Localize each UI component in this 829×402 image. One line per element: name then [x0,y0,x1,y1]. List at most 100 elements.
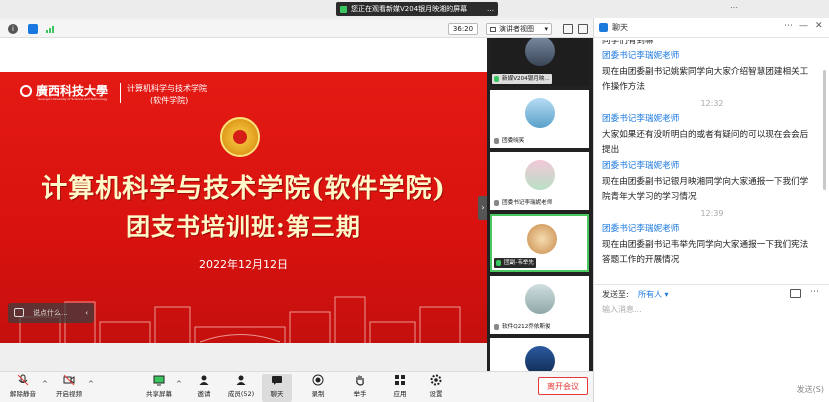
gear-icon [430,374,442,386]
college-name: 计算机科学与技术学院 [127,84,207,93]
slide-title-line2: 团支书培训班:第三期 [126,212,361,241]
record-icon [312,374,324,386]
participant-name-label: 团委书记李瑞妮老师 [492,198,555,208]
chat-message-sender: 团委书记李瑞妮老师 [602,224,680,234]
signal-icon[interactable] [46,25,56,33]
share-screen-icon [153,375,165,386]
participant-avatar [527,224,557,254]
participant-name-label: 新媒V204银月映... [492,74,552,84]
chat-message-text: 答题工作的开展情况 [602,255,680,265]
unmute-button[interactable]: 解除静音 [6,374,40,402]
send-to-label: 发送至: [602,290,629,299]
app-logo-icon [599,23,608,32]
top-bar: 您正在观看新媒V204银月映湘的屏幕 … ⋯ [0,0,829,18]
chat-panel: 聊天 ⋯ — ✕ 同学们有到嘛 团委书记李瑞妮老师 现在由团委副书记姚紫同学向大… [593,18,829,402]
meeting-toolbar: 解除静音 ^ 开启视频 ^ 共享屏幕 ^ 邀请 成员(52) 聊天 录制 举手 … [0,371,593,402]
participant-name-label: 软件Q212乔依斯俊 [492,322,553,332]
participant-name-label: 团副-韦举先 [494,258,536,268]
chat-message-text: 提出 [602,145,620,155]
participant-tile[interactable]: 新媒V204银月映... [490,38,589,86]
chat-send-options: 发送至: 所有人 ▾ ⋯ [594,284,829,302]
apps-button[interactable]: 应用 [386,374,414,402]
participant-tile-active-speaker[interactable]: 团副-韦举先 [490,214,589,272]
university-name-en: Guangxi University of Science and Techno… [38,97,108,101]
start-video-button[interactable]: 开启视频 [52,374,86,402]
mic-muted-icon [17,374,29,386]
chevron-up-icon[interactable]: ^ [42,380,48,388]
meeting-info-strip: i 36:20 演讲者视图 ▾ [0,20,593,38]
user-add-icon [199,375,209,385]
participant-tile[interactable]: 团委书记李瑞妮老师 [490,152,589,210]
camera-off-icon [63,374,75,386]
members-label: 成员(52) [227,390,255,398]
youth-league-emblem-icon [220,117,260,157]
members-button[interactable]: 成员(52) [226,374,256,402]
share-banner-text: 您正在观看新媒V204银月映湘的屏幕 [351,5,468,13]
invite-label: 邀请 [197,390,211,398]
participant-name: 团委晓笑 [502,138,525,144]
view-mode-select[interactable]: 演讲者视图 ▾ [486,23,552,35]
share-screen-label: 共享屏幕 [146,390,172,398]
share-status-icon [340,5,347,13]
chat-timestamp: 12:32 [700,99,724,108]
participant-avatar [525,284,555,314]
screen-share-banner[interactable]: 您正在观看新媒V204银月映湘的屏幕 … [336,2,498,16]
chevron-left-icon[interactable]: ‹ [85,303,88,323]
window-layout-icon[interactable] [578,24,588,34]
chat-message-text: 现在由团委副书记姚紫同学向大家介绍智慧团建相关工 [602,67,809,77]
close-icon[interactable]: ✕ [815,21,823,31]
unmute-label: 解除静音 [10,390,36,398]
chat-message-text: 现在由团委副书记银月映湘同学向大家通报一下我们学 [602,177,809,187]
info-icon[interactable]: i [8,24,18,34]
slide-footer [0,343,487,371]
chat-title: 聊天 [612,23,628,32]
share-screen-button[interactable]: 共享屏幕 [144,374,174,402]
share-banner-more[interactable]: … [487,5,494,13]
participant-tile[interactable] [490,338,589,371]
mic-off-icon [494,324,499,330]
participant-tile[interactable]: 团委晓笑 [490,90,589,148]
send-to-select[interactable]: 所有人 ▾ [638,289,669,300]
more-options-icon[interactable]: ⋯ [810,287,819,297]
quick-chat-input[interactable]: 说点什么... ‹ [8,303,94,323]
grid-icon [490,27,496,32]
folder-icon[interactable] [790,289,801,298]
settings-button[interactable]: 设置 [422,374,450,402]
shield-icon[interactable] [28,24,38,34]
chevron-up-icon[interactable]: ^ [176,380,182,388]
chat-message-input[interactable]: 输入消息... [602,304,642,315]
chat-bubble-icon [14,308,24,317]
raise-hand-button[interactable]: 举手 [346,374,374,402]
participant-name: 新媒V204银月映... [502,76,550,82]
more-options-icon[interactable]: ⋯ [784,21,793,31]
window-more-icon[interactable]: ⋯ [730,3,739,12]
quick-chat-placeholder: 说点什么... [33,309,68,317]
record-label: 录制 [311,390,325,398]
fullscreen-icon[interactable] [563,24,573,34]
apps-label: 应用 [393,390,407,398]
chat-timestamp: 12:39 [700,209,724,218]
leave-meeting-button[interactable]: 离开会议 [538,377,588,395]
invite-button[interactable]: 邀请 [192,374,216,402]
chat-scrollbar[interactable] [823,70,826,190]
college-subname: (软件学院) [150,96,189,105]
record-button[interactable]: 录制 [304,374,332,402]
chat-message-text: 同学们有到嘛 [602,40,654,46]
mic-icon [494,76,499,82]
chat-message-text: 大家如果还有没听明白的或者有疑问的可以现在会会后 [602,130,809,140]
raise-hand-label: 举手 [353,390,367,398]
participant-name: 团副-韦举先 [504,260,534,266]
participant-video-strip: 新媒V204银月映... 团委晓笑 团委书记李瑞妮老师 团副-韦举先 软件Q21… [487,38,593,371]
university-logo-icon [20,85,32,97]
chat-message-sender: 团委书记李瑞妮老师 [602,114,680,124]
minimize-icon[interactable]: — [799,21,808,31]
settings-label: 设置 [429,390,443,398]
shared-screen: 廣西科技大學 Guangxi University of Science and… [0,38,487,371]
participant-avatar [525,38,555,66]
chevron-up-icon[interactable]: ^ [88,380,94,388]
chat-message-sender: 团委书记李瑞妮老师 [602,51,680,61]
participant-tile[interactable]: 软件Q212乔依斯俊 [490,276,589,334]
chat-label: 聊天 [270,390,284,398]
chat-button[interactable]: 聊天 [262,374,292,402]
send-button[interactable]: 发送(S) [774,383,824,397]
